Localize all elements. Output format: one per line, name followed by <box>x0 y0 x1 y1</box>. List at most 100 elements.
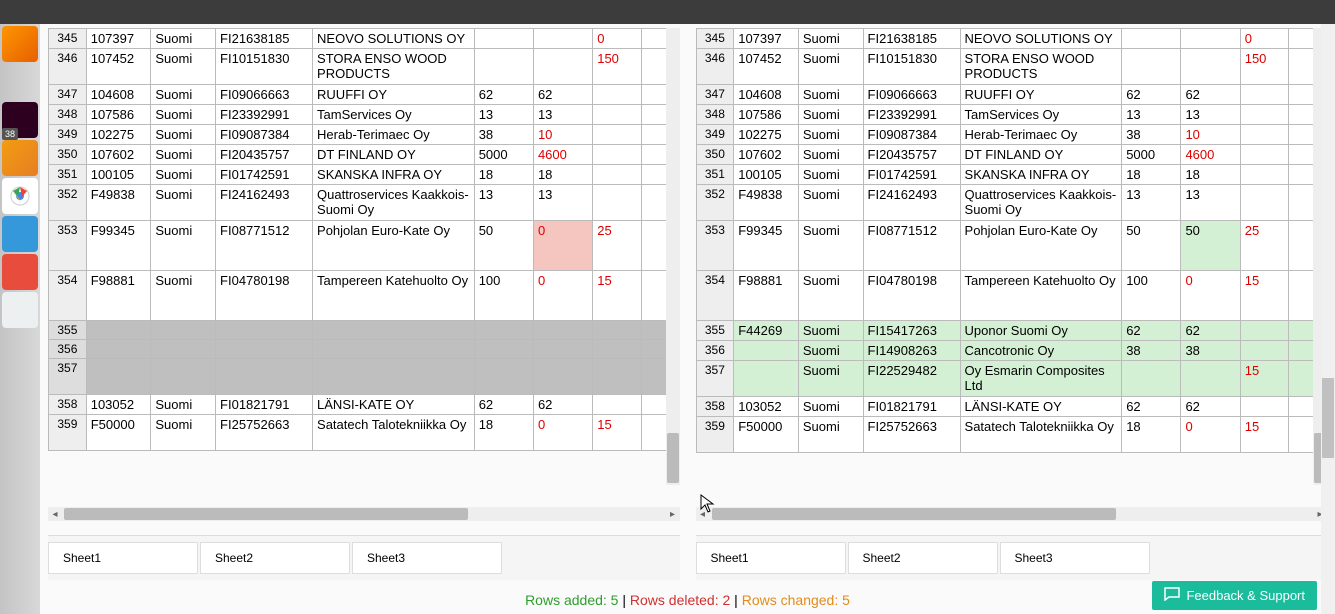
scroll-left-icon[interactable]: ◂ <box>48 507 62 521</box>
cell[interactable]: Satatech Talotekniikka Oy <box>960 417 1122 453</box>
left-grid[interactable]: 345107397SuomiFI21638185NEOVO SOLUTIONS … <box>48 28 680 451</box>
cell[interactable] <box>1240 341 1289 361</box>
cell[interactable]: Suomi <box>798 105 863 125</box>
table-row[interactable]: 353F99345SuomiFI08771512Pohjolan Euro-Ka… <box>49 221 680 271</box>
cell[interactable]: Suomi <box>151 185 216 221</box>
table-row[interactable]: 355 <box>49 321 680 340</box>
cell[interactable]: RUUFFI OY <box>313 85 475 105</box>
cell[interactable] <box>533 321 592 340</box>
cell[interactable] <box>1240 185 1289 221</box>
cell[interactable]: 10 <box>1181 125 1240 145</box>
cell[interactable]: FI24162493 <box>863 185 960 221</box>
cell[interactable]: Pohjolan Euro-Kate Oy <box>313 221 475 271</box>
cell[interactable]: LÄNSI-KATE OY <box>313 395 475 415</box>
cell[interactable]: 18 <box>474 165 533 185</box>
cell[interactable]: 10 <box>533 125 592 145</box>
cell[interactable]: FI09087384 <box>216 125 313 145</box>
cell[interactable]: 107586 <box>734 105 799 125</box>
table-row[interactable]: 358103052SuomiFI01821791LÄNSI-KATE OY626… <box>696 397 1327 417</box>
cell[interactable] <box>313 321 475 340</box>
cell[interactable]: 25 <box>1240 221 1289 271</box>
cell[interactable]: Suomi <box>151 145 216 165</box>
cell[interactable]: 150 <box>593 49 642 85</box>
table-row[interactable]: 357SuomiFI22529482Oy Esmarin Composites … <box>696 361 1327 397</box>
cell[interactable] <box>474 321 533 340</box>
cell[interactable]: FI21638185 <box>216 29 313 49</box>
cell[interactable]: 62 <box>533 85 592 105</box>
cell[interactable]: 38 <box>474 125 533 145</box>
cell[interactable]: LÄNSI-KATE OY <box>960 397 1122 417</box>
launcher-editor-icon[interactable] <box>2 292 38 328</box>
right-grid[interactable]: 345107397SuomiFI21638185NEOVO SOLUTIONS … <box>696 28 1328 453</box>
cell[interactable]: FI08771512 <box>863 221 960 271</box>
row-number[interactable]: 353 <box>696 221 734 271</box>
cell[interactable]: FI09087384 <box>863 125 960 145</box>
cell[interactable]: FI01742591 <box>216 165 313 185</box>
cell[interactable]: Suomi <box>151 271 216 321</box>
cell[interactable]: Suomi <box>798 221 863 271</box>
cell[interactable]: 62 <box>533 395 592 415</box>
cell[interactable] <box>313 359 475 395</box>
cell[interactable]: FI15417263 <box>863 321 960 341</box>
row-number[interactable]: 355 <box>696 321 734 341</box>
cell[interactable] <box>1240 165 1289 185</box>
cell[interactable] <box>1240 321 1289 341</box>
cell[interactable]: 4600 <box>533 145 592 165</box>
tab-sheet3[interactable]: Sheet3 <box>352 542 502 574</box>
cell[interactable] <box>533 49 592 85</box>
cell[interactable] <box>533 29 592 49</box>
cell[interactable]: Suomi <box>798 145 863 165</box>
tab-sheet2[interactable]: Sheet2 <box>200 542 350 574</box>
cell[interactable]: Quattroservices Kaakkois-Suomi Oy <box>960 185 1122 221</box>
row-number[interactable]: 349 <box>696 125 734 145</box>
cell[interactable]: 13 <box>533 105 592 125</box>
table-row[interactable]: 358103052SuomiFI01821791LÄNSI-KATE OY626… <box>49 395 680 415</box>
cell[interactable]: Suomi <box>798 85 863 105</box>
cell[interactable] <box>86 321 151 340</box>
cell[interactable]: FI09066663 <box>216 85 313 105</box>
table-row[interactable]: 350107602SuomiFI20435757DT FINLAND OY500… <box>696 145 1327 165</box>
cell[interactable] <box>593 105 642 125</box>
row-number[interactable]: 345 <box>696 29 734 49</box>
table-row[interactable]: 359F50000SuomiFI25752663Satatech Talotek… <box>696 417 1327 453</box>
cell[interactable]: FI14908263 <box>863 341 960 361</box>
cell[interactable]: Suomi <box>798 341 863 361</box>
cell[interactable]: 18 <box>1181 165 1240 185</box>
cell[interactable]: 150 <box>1240 49 1289 85</box>
cell[interactable]: STORA ENSO WOOD PRODUCTS <box>313 49 475 85</box>
table-row[interactable]: 352F49838SuomiFI24162493Quattroservices … <box>696 185 1327 221</box>
cell[interactable]: 4600 <box>1181 145 1240 165</box>
cell[interactable]: STORA ENSO WOOD PRODUCTS <box>960 49 1122 85</box>
tab-sheet2[interactable]: Sheet2 <box>848 542 998 574</box>
table-row[interactable]: 352F49838SuomiFI24162493Quattroservices … <box>49 185 680 221</box>
cell[interactable]: F98881 <box>86 271 151 321</box>
cell[interactable] <box>734 341 799 361</box>
row-number[interactable]: 357 <box>696 361 734 397</box>
cell[interactable]: Suomi <box>151 105 216 125</box>
row-number[interactable]: 350 <box>696 145 734 165</box>
row-number[interactable]: 346 <box>49 49 87 85</box>
cell[interactable]: Quattroservices Kaakkois-Suomi Oy <box>313 185 475 221</box>
cell[interactable] <box>474 29 533 49</box>
cell[interactable]: 0 <box>1181 417 1240 453</box>
cell[interactable]: Suomi <box>798 397 863 417</box>
left-vertical-scrollbar[interactable] <box>666 28 680 485</box>
cell[interactable]: NEOVO SOLUTIONS OY <box>960 29 1122 49</box>
cell[interactable] <box>593 359 642 395</box>
table-row[interactable]: 346107452SuomiFI10151830STORA ENSO WOOD … <box>49 49 680 85</box>
cell[interactable] <box>1122 49 1181 85</box>
cell[interactable]: 18 <box>1122 417 1181 453</box>
cell[interactable]: 5000 <box>474 145 533 165</box>
cell[interactable]: Oy Esmarin Composites Ltd <box>960 361 1122 397</box>
cell[interactable]: FI24162493 <box>216 185 313 221</box>
table-row[interactable]: 348107586SuomiFI23392991TamServices Oy13… <box>696 105 1327 125</box>
cell[interactable]: Suomi <box>151 415 216 451</box>
cell[interactable]: F98881 <box>734 271 799 321</box>
cell[interactable]: Suomi <box>798 361 863 397</box>
cell[interactable]: SKANSKA INFRA OY <box>313 165 475 185</box>
cell[interactable]: NEOVO SOLUTIONS OY <box>313 29 475 49</box>
row-number[interactable]: 348 <box>49 105 87 125</box>
scroll-right-icon[interactable]: ▸ <box>666 507 680 521</box>
table-row[interactable]: 351100105SuomiFI01742591SKANSKA INFRA OY… <box>49 165 680 185</box>
cell[interactable]: 62 <box>1181 321 1240 341</box>
